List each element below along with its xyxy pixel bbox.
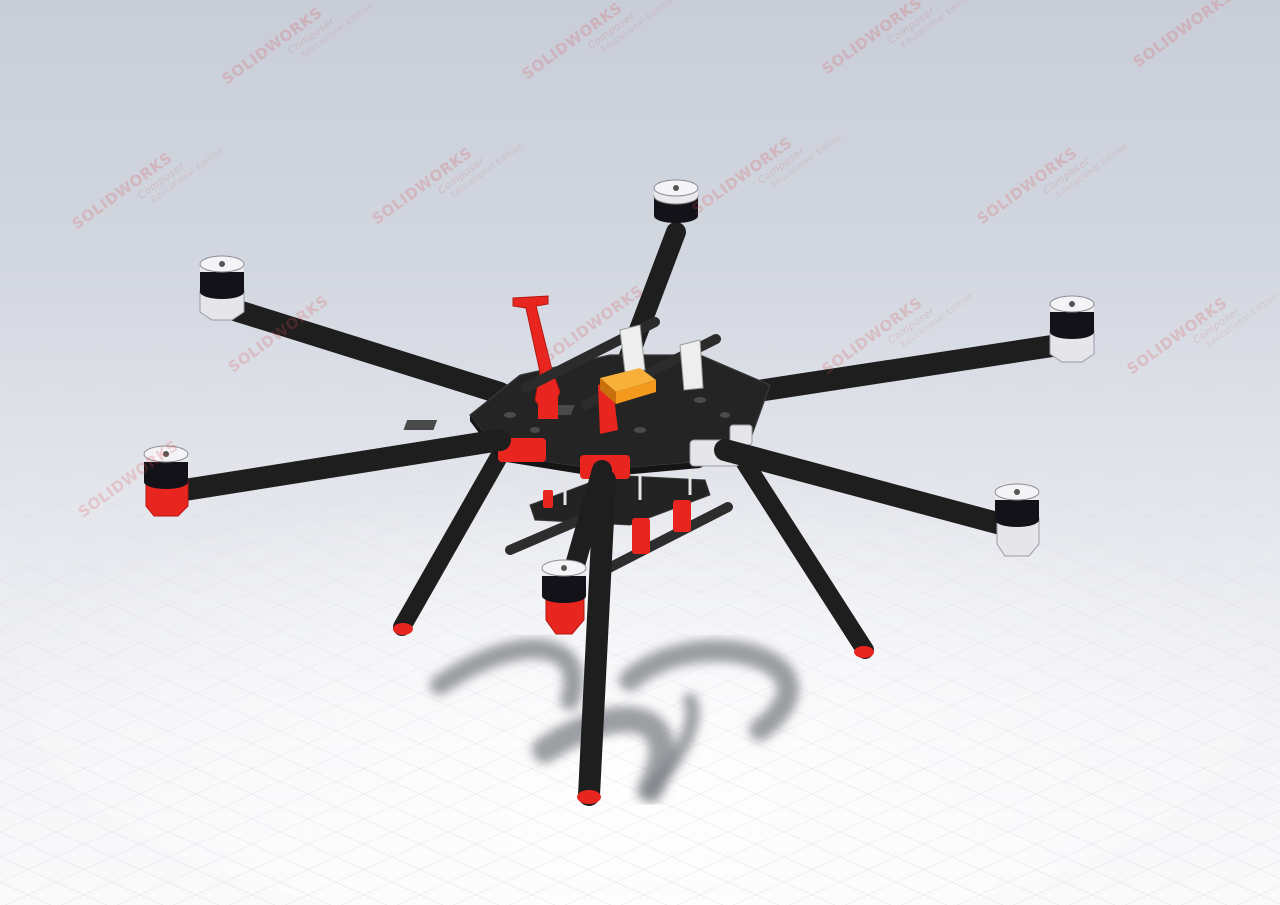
motor-front-right [994, 483, 1040, 557]
leg-foot-front [577, 790, 601, 804]
motor-rear-right [1049, 295, 1095, 363]
motor-front-left [143, 445, 189, 517]
motor-rear-left [199, 255, 245, 321]
hexacopter-model-scene[interactable] [0, 0, 1280, 905]
leg-foot-rear-left [393, 623, 413, 635]
motor-rear-center [653, 179, 699, 223]
leg-foot-rear-right [854, 646, 874, 658]
motor-front-center [541, 559, 587, 635]
3d-viewport[interactable]: SOLIDWORKS Composer Educational Edition SO… [0, 0, 1280, 905]
